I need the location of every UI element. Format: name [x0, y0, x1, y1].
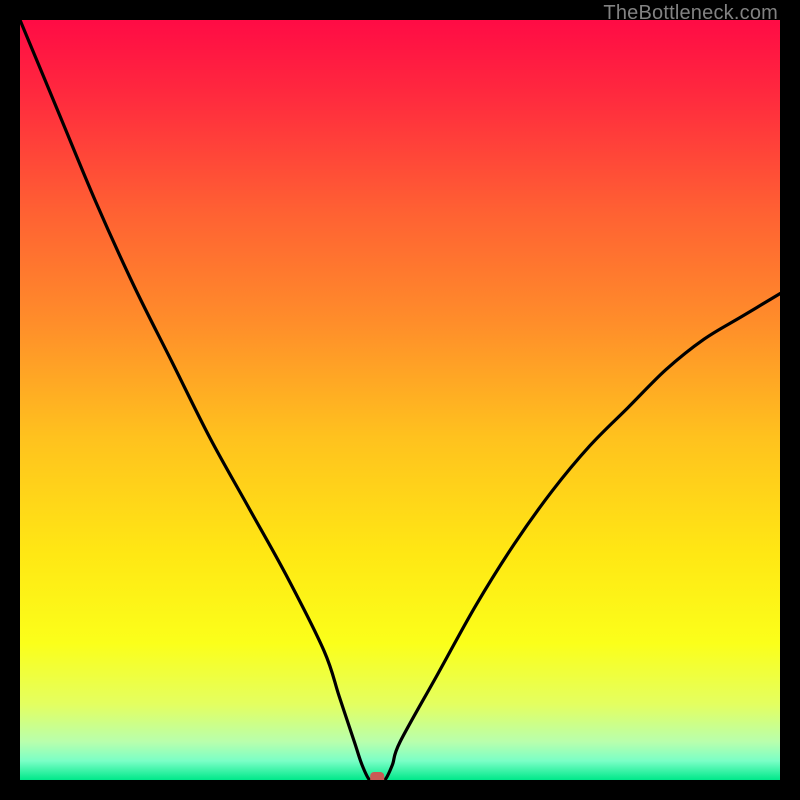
gradient-background — [20, 20, 780, 780]
chart-svg — [20, 20, 780, 780]
plot-area — [20, 20, 780, 780]
chart-frame: TheBottleneck.com — [0, 0, 800, 800]
optimum-marker — [370, 772, 384, 780]
